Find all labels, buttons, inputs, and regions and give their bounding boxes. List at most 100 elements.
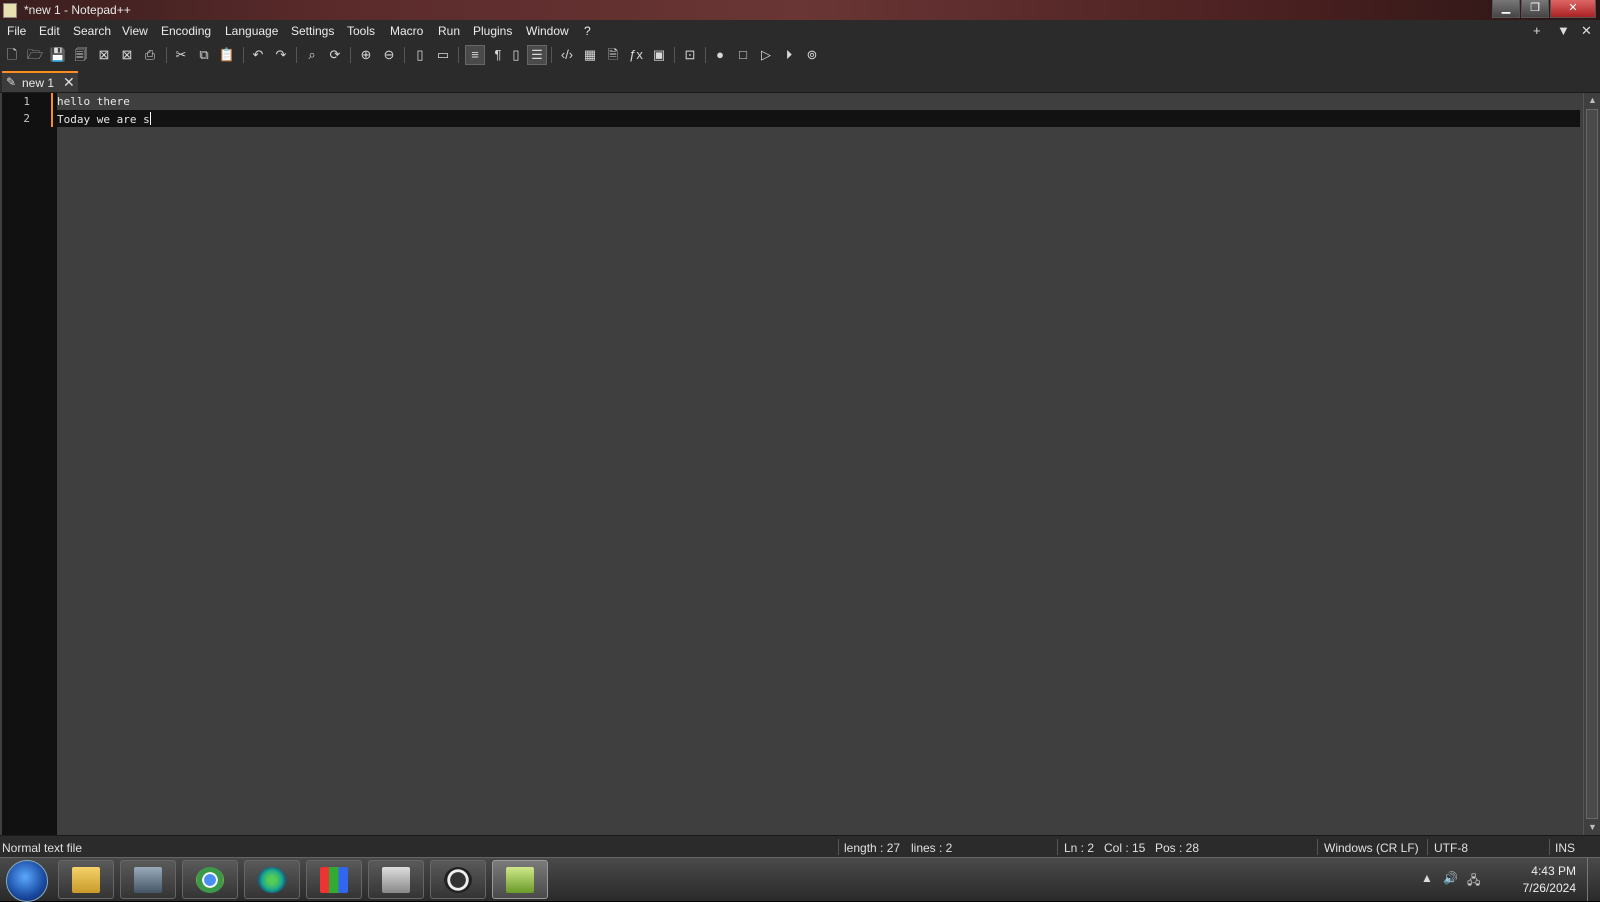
- tab-bar: ✎ new 1 ✕: [0, 69, 1600, 93]
- sync-horizontal-icon[interactable]: ▭: [434, 46, 452, 64]
- function-list-icon[interactable]: ▦: [581, 46, 599, 64]
- stop-record-icon[interactable]: □: [734, 46, 752, 64]
- undo-icon[interactable]: ↶: [249, 46, 267, 64]
- folder-icon: [72, 867, 100, 893]
- function-icon[interactable]: ƒx: [627, 46, 645, 64]
- menu-bar: File Edit Search View Encoding Language …: [0, 20, 1600, 42]
- taskbar-chrome[interactable]: [182, 860, 238, 899]
- new-file-icon[interactable]: 🗋: [3, 46, 21, 64]
- taskbar-network-app[interactable]: [244, 860, 300, 899]
- tab-close-icon[interactable]: ✕: [63, 74, 75, 91]
- record-macro-icon[interactable]: ●: [711, 46, 729, 64]
- status-length: length : 27: [844, 841, 901, 855]
- toolbar: 🗋 🗁 💾 🗐 ⊠ ⊠ ⎙ ✂ ⧉ 📋 ↶ ↷ ⌕ ⟳ ⊕ ⊖ ▯ ▭ ≡ ¶ …: [0, 42, 1600, 69]
- play-macro-icon[interactable]: ▷: [757, 46, 775, 64]
- status-encoding[interactable]: UTF-8: [1434, 841, 1468, 855]
- restore-button[interactable]: ❐: [1521, 0, 1549, 18]
- run-macro-multiple-icon[interactable]: ⏵: [780, 46, 798, 64]
- scroll-down-arrow-icon[interactable]: ▼: [1588, 822, 1597, 832]
- color-palette-icon: [320, 867, 348, 893]
- menu-search[interactable]: Search: [73, 24, 111, 38]
- menu-encoding[interactable]: Encoding: [161, 24, 211, 38]
- monitoring-icon[interactable]: ▣: [650, 46, 668, 64]
- replace-icon[interactable]: ⟳: [326, 46, 344, 64]
- status-mode[interactable]: INS: [1555, 841, 1575, 855]
- doc-map-icon[interactable]: ☰: [527, 45, 547, 65]
- obs-icon: [444, 867, 472, 893]
- network-icon[interactable]: 🖧: [1467, 871, 1480, 892]
- scrollbar-thumb[interactable]: [1586, 109, 1598, 819]
- close-all-icon[interactable]: ⊠: [118, 46, 136, 64]
- menu-macro[interactable]: Macro: [390, 24, 423, 38]
- save-macro-icon[interactable]: ⊚: [803, 46, 821, 64]
- status-ln: Ln : 2: [1064, 841, 1095, 855]
- status-eol[interactable]: Windows (CR LF): [1324, 841, 1419, 855]
- save-icon[interactable]: 💾: [49, 46, 67, 64]
- save-all-icon[interactable]: 🗐: [72, 46, 90, 64]
- new-tab-plus-icon[interactable]: +: [1533, 23, 1541, 38]
- taskbar-printer-app[interactable]: [368, 860, 424, 899]
- find-icon[interactable]: ⌕: [303, 46, 321, 64]
- taskbar-color-app[interactable]: [306, 860, 362, 899]
- close-document-icon[interactable]: ✕: [1581, 23, 1592, 39]
- tab-list-chevron-icon[interactable]: ▼: [1557, 23, 1570, 38]
- show-all-chars-icon[interactable]: ¶: [489, 46, 507, 64]
- status-col: Col : 15: [1104, 841, 1146, 855]
- line-text: hello there: [57, 95, 130, 108]
- paste-icon[interactable]: 📋: [218, 46, 236, 64]
- zoom-out-icon[interactable]: ⊖: [380, 46, 398, 64]
- status-lines: lines : 2: [911, 841, 953, 855]
- menu-window[interactable]: Window: [526, 24, 569, 38]
- menu-view[interactable]: View: [122, 24, 148, 38]
- tab-new-1[interactable]: ✎ new 1 ✕: [2, 71, 78, 92]
- globe-icon: [258, 867, 286, 893]
- menu-help[interactable]: ?: [584, 24, 591, 38]
- taskbar-notepad-plus-plus[interactable]: [492, 860, 548, 899]
- volume-icon[interactable]: 🔊: [1443, 871, 1458, 885]
- change-marker: [51, 93, 53, 110]
- copy-icon[interactable]: ⧉: [195, 46, 213, 64]
- line-number: 1: [23, 95, 30, 108]
- taskbar-file-explorer[interactable]: [58, 860, 114, 899]
- menu-edit[interactable]: Edit: [39, 24, 60, 38]
- text-line[interactable]: hello there: [57, 95, 130, 108]
- line-number: 2: [23, 112, 30, 125]
- taskbar-computer-app[interactable]: [120, 860, 176, 899]
- redo-icon[interactable]: ↷: [272, 46, 290, 64]
- notepad-plus-plus-icon: [506, 867, 534, 893]
- open-file-icon[interactable]: 🗁: [26, 46, 44, 64]
- print-icon[interactable]: ⎙: [141, 46, 159, 64]
- text-line[interactable]: Today we are s: [57, 112, 151, 126]
- menu-settings[interactable]: Settings: [291, 24, 334, 38]
- fold-margin[interactable]: [51, 93, 57, 835]
- zoom-in-icon[interactable]: ⊕: [357, 46, 375, 64]
- editor-area[interactable]: 1 2 hello there Today we are s ▲ ▼: [0, 93, 1600, 835]
- close-button[interactable]: ✕: [1550, 0, 1596, 18]
- doc-switcher-icon[interactable]: ⊡: [681, 46, 699, 64]
- menu-tools[interactable]: Tools: [347, 24, 375, 38]
- pencil-icon: ✎: [6, 75, 17, 89]
- menu-language[interactable]: Language: [225, 24, 278, 38]
- close-icon[interactable]: ⊠: [95, 46, 113, 64]
- taskbar-obs-studio[interactable]: [430, 860, 486, 899]
- start-button[interactable]: [6, 860, 48, 902]
- udl-icon[interactable]: ‹/›: [558, 46, 576, 64]
- change-marker: [51, 110, 53, 127]
- cut-icon[interactable]: ✂: [172, 46, 190, 64]
- menu-file[interactable]: File: [7, 24, 26, 38]
- show-desktop-button[interactable]: [1587, 858, 1600, 901]
- word-wrap-icon[interactable]: ≡: [465, 45, 485, 65]
- menu-run[interactable]: Run: [438, 24, 460, 38]
- system-clock[interactable]: 4:43 PM 7/26/2024: [1496, 863, 1576, 897]
- minimize-button[interactable]: ▁: [1492, 0, 1520, 18]
- printer-icon: [382, 867, 410, 893]
- vertical-scrollbar[interactable]: ▲ ▼: [1583, 93, 1600, 835]
- tab-label: new 1: [22, 76, 55, 90]
- window-controls: ▁ ❐ ✕: [1492, 0, 1596, 18]
- menu-plugins[interactable]: Plugins: [473, 24, 512, 38]
- show-hidden-icons-icon[interactable]: ▲: [1421, 871, 1433, 885]
- folder-workspace-icon[interactable]: 🗎: [604, 46, 622, 64]
- scroll-up-arrow-icon[interactable]: ▲: [1588, 95, 1597, 105]
- indent-guide-icon[interactable]: ▯: [507, 46, 525, 64]
- sync-vertical-icon[interactable]: ▯: [411, 46, 429, 64]
